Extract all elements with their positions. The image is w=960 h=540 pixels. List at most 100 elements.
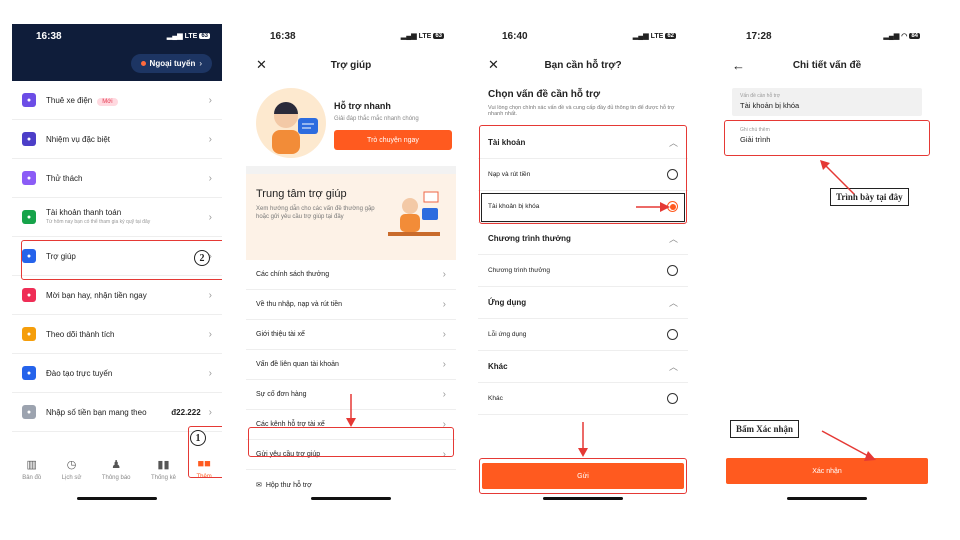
- chevron-up-icon: ︿: [668, 298, 678, 308]
- issue-section-header[interactable]: Chương trình thưởng ︿: [478, 223, 688, 255]
- new-badge: Mới: [97, 97, 118, 106]
- highlight-note-field: [724, 120, 930, 156]
- close-icon[interactable]: ✕: [256, 57, 276, 73]
- highlight-help-row: [21, 240, 222, 280]
- help-desk-illustration: [388, 191, 440, 236]
- issue-field: Vấn đề cần hỗ trợ Tài khoản bị khóa: [732, 88, 922, 116]
- chevron-right-icon: ›: [208, 406, 212, 418]
- scooter-icon: ●: [22, 93, 36, 107]
- wallet-icon: ●: [22, 210, 36, 224]
- home-indicator: [311, 497, 391, 500]
- help-topic-item[interactable]: Về thu nhập, nạp và rút tiền ›: [246, 290, 456, 320]
- choose-issue-heading: Chọn vấn đề cần hỗ trợ: [488, 89, 601, 100]
- menu-item[interactable]: ● Tài khoản thanh toán Từ hôm nay bạn có t…: [12, 198, 222, 237]
- highlight-send-button: [479, 458, 687, 494]
- highlight-send-request: [248, 427, 454, 457]
- page-title: Bạn cần hỗ trợ?: [544, 59, 622, 71]
- chevron-right-icon: ›: [208, 367, 212, 379]
- close-icon[interactable]: ✕: [488, 57, 508, 73]
- flag-icon: ●: [22, 132, 36, 146]
- arrow-down-right-icon: [821, 430, 876, 461]
- menu-item-label: Nhập số tiền bạn mang theo: [46, 407, 147, 417]
- issue-option[interactable]: Chương trình thưởng: [478, 255, 688, 287]
- radio-button[interactable]: [667, 329, 678, 340]
- tab-history[interactable]: ◷ Lịch sử: [62, 450, 82, 494]
- chat-now-button[interactable]: Trò chuyện ngay: [334, 130, 452, 150]
- battery-icon: 63: [199, 33, 210, 39]
- cash-icon: ●: [22, 405, 36, 419]
- issue-section-header[interactable]: Khác ︿: [478, 351, 688, 383]
- menu-item-label: Đào tạo trực tuyến: [46, 368, 113, 378]
- book-icon: ●: [22, 366, 36, 380]
- help-topic-item[interactable]: Giới thiệu tài xế ›: [246, 320, 456, 350]
- help-topic-label: Vấn đề liên quan tài khoản: [256, 361, 339, 368]
- status-bar: 16:40 ▂▄▆ LTE 62: [502, 30, 676, 42]
- phone-screen-issue-detail: 17:28 ▂▄▆ ◠ 84 ← Chi tiết vấn đề Vấn đề cầ…: [722, 24, 932, 504]
- menu-item-label: Thuê xe điện: [46, 95, 93, 105]
- menu-item[interactable]: ● Mời bạn hay, nhận tiền ngay ›: [12, 276, 222, 315]
- status-bar: 16:38 ▂▄▆ LTE 63: [12, 24, 222, 48]
- help-topic-label: Các chính sách thưởng: [256, 271, 330, 278]
- signal-icon: ▂▄▆ LTE 63: [400, 32, 444, 40]
- step-badge-2: 2: [194, 250, 210, 266]
- help-topic-item[interactable]: Các chính sách thưởng ›: [246, 260, 456, 290]
- home-indicator: [787, 497, 867, 500]
- chevron-right-icon: ›: [208, 133, 212, 145]
- signal-icon: ▂▄▆ LTE 62: [632, 32, 676, 40]
- status-bar: 16:38 ▂▄▆ LTE 63: [270, 30, 444, 42]
- issue-option[interactable]: Khác: [478, 383, 688, 415]
- arrow-down-icon: [578, 422, 588, 457]
- bell-icon: ♟: [111, 459, 122, 471]
- tab-map[interactable]: ▥ Bản đồ: [22, 450, 41, 494]
- chevron-right-icon: ›: [208, 94, 212, 106]
- menu-item-label: Tài khoản thanh toán: [46, 208, 122, 218]
- menu-item-subtitle: Từ hôm nay bạn có thể tham gia ký quỹ tạ…: [46, 219, 151, 226]
- chevron-right-icon: ›: [208, 211, 212, 223]
- tab-stats[interactable]: ▮▮ Thống kê: [151, 450, 176, 494]
- menu-header: 16:38 ▂▄▆ LTE 63 Ngoại tuyến ›: [12, 24, 222, 81]
- tab-notifications[interactable]: ♟ Thông báo: [102, 450, 131, 494]
- status-dot-icon: [140, 61, 146, 66]
- issue-section-header[interactable]: Ứng dụng ︿: [478, 287, 688, 319]
- signal-icon: ▂▄▆ LTE 63: [166, 32, 210, 40]
- support-agent-illustration: [256, 88, 326, 158]
- radio-button[interactable]: [667, 393, 678, 404]
- menu-item[interactable]: ● Thuê xe điện Mới ›: [12, 81, 222, 120]
- chevron-up-icon: ︿: [668, 362, 678, 372]
- chevron-right-icon: ›: [208, 289, 212, 301]
- issue-option[interactable]: Lỗi ứng dụng: [478, 319, 688, 351]
- help-center-subtitle: Xem hướng dẫn cho các vấn đề thường gặp …: [256, 206, 375, 220]
- chevron-right-icon: ›: [208, 328, 212, 340]
- back-arrow-icon[interactable]: ←: [732, 58, 752, 73]
- step-badge-1: 1: [190, 430, 206, 446]
- phone-screen-choose-issue: 16:40 ▂▄▆ LTE 62 ✕ Bạn cần hỗ trợ? Chọn vấ…: [478, 24, 688, 504]
- help-topic-item[interactable]: Vấn đề liên quan tài khoản ›: [246, 350, 456, 380]
- section-title: Ứng dụng: [488, 298, 527, 307]
- menu-item[interactable]: ● Đào tạo trực tuyến ›: [12, 354, 222, 393]
- arrow-up-left-icon: [820, 160, 855, 195]
- section-title: Chương trình thưởng: [488, 234, 571, 243]
- quick-support-title: Hỗ trợ nhanh: [334, 101, 391, 111]
- help-topic-label: Về thu nhập, nạp và rút tiền: [256, 301, 343, 308]
- help-topic-label: Giới thiệu tài xế: [256, 331, 305, 338]
- phone-screen-help: 16:38 ▂▄▆ LTE 63 ✕ Trợ giúp Hỗ trợ nhanh G…: [246, 24, 456, 504]
- support-mailbox-row[interactable]: ✉ Hộp thư hỗ trợ: [246, 470, 456, 500]
- radio-button[interactable]: [667, 265, 678, 276]
- chevron-right-icon: ›: [442, 329, 446, 340]
- menu-item[interactable]: ● Theo dõi thành tích ›: [12, 315, 222, 354]
- chevron-right-icon: ›: [442, 389, 446, 400]
- annotation-press-confirm: Bấm Xác nhận: [730, 420, 800, 438]
- option-label: Khác: [488, 395, 503, 402]
- menu-item[interactable]: ● Thử thách ›: [12, 159, 222, 198]
- help-center-card: Trung tâm trợ giúp Xem hướng dẫn cho các…: [246, 174, 456, 260]
- quick-support-card: Hỗ trợ nhanh Giải đáp thắc mắc nhanh chó…: [246, 82, 456, 166]
- chevron-right-icon: ›: [442, 299, 446, 310]
- clock-icon: ◷: [66, 459, 77, 471]
- arrow-down-icon: [346, 394, 356, 427]
- menu-item-label: Thử thách: [46, 173, 83, 183]
- menu-item-label: Theo dõi thành tích: [46, 329, 115, 339]
- offline-toggle[interactable]: Ngoại tuyến ›: [130, 54, 212, 73]
- choose-issue-description: Vui lòng chọn chính xác vấn đề và cung c…: [488, 105, 675, 117]
- status-time: 16:38: [36, 30, 62, 42]
- menu-item[interactable]: ● Nhiệm vụ đặc biệt ›: [12, 120, 222, 159]
